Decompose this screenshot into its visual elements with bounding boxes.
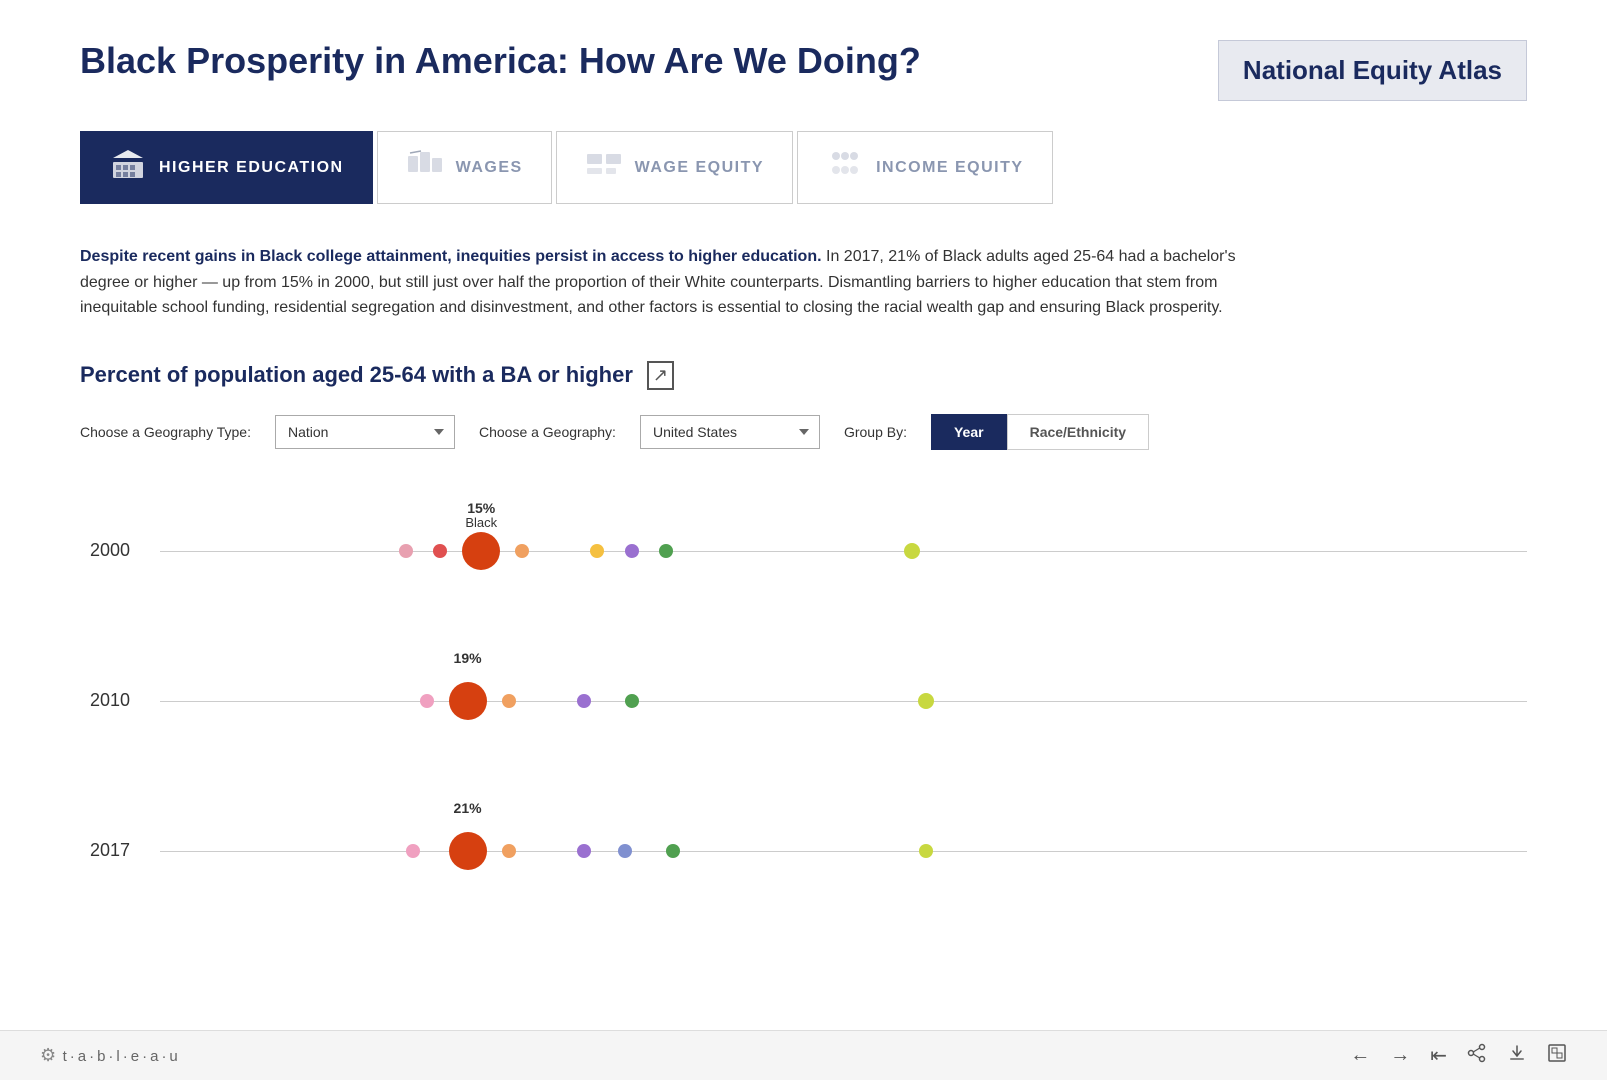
year-label-2010: 2010 <box>90 690 130 711</box>
tab-income-equity[interactable]: INCOME EQUITY <box>797 131 1053 204</box>
dot-label-pct-2017: 21% <box>454 800 482 816</box>
geo-type-select[interactable]: Nation State Metro County City <box>275 415 455 449</box>
dot-2010-5 <box>625 694 639 708</box>
tab-wages[interactable]: WAGES <box>377 131 552 204</box>
tab-higher-education-label: HIGHER EDUCATION <box>159 159 344 177</box>
chart-row-2000: 2000 15% Black <box>160 486 1527 616</box>
dot-2017-1 <box>406 844 420 858</box>
wages-icon <box>406 148 444 187</box>
dot-2000-1 <box>399 544 413 558</box>
dot-sublabel-race-2000: Black <box>465 515 497 530</box>
dot-2010-1 <box>420 694 434 708</box>
atlas-badge-text: National Equity Atlas <box>1243 55 1502 86</box>
dot-label-pct-2000: 15% <box>467 500 495 516</box>
description: Despite recent gains in Black college at… <box>80 244 1280 321</box>
dot-2017-7 <box>919 844 933 858</box>
dot-2010-3 <box>502 694 516 708</box>
wage-equity-icon <box>585 148 623 187</box>
geo-label: Choose a Geography: <box>479 424 616 440</box>
dot-2000-black <box>462 532 500 570</box>
fullscreen-icon[interactable] <box>1547 1043 1567 1069</box>
dot-2017-black <box>449 832 487 870</box>
footer-icons: ← → ⇤ <box>1350 1043 1567 1069</box>
chart-line-2000 <box>160 551 1527 552</box>
download-icon[interactable] <box>1507 1043 1527 1069</box>
dot-2000-6 <box>625 544 639 558</box>
external-link-icon[interactable]: ↗ <box>647 361 674 390</box>
dot-2000-2 <box>433 544 447 558</box>
group-by-year-button[interactable]: Year <box>931 414 1007 450</box>
page-wrapper: Black Prosperity in America: How Are We … <box>0 0 1607 1080</box>
dot-2000-4 <box>515 544 529 558</box>
chart-line-2017 <box>160 851 1527 852</box>
tableau-logo: ⚙ t·a·b·l·e·a·u <box>40 1045 181 1066</box>
higher-education-icon <box>109 148 147 187</box>
back-icon[interactable]: ← <box>1350 1044 1370 1067</box>
header-row: Black Prosperity in America: How Are We … <box>80 40 1527 101</box>
chart-title: Percent of population aged 25-64 with a … <box>80 362 633 388</box>
dot-2010-black <box>449 682 487 720</box>
group-by-label: Group By: <box>844 424 907 440</box>
tabs-row: HIGHER EDUCATION WAGES <box>80 131 1527 204</box>
geo-type-label: Choose a Geography Type: <box>80 424 251 440</box>
page-title: Black Prosperity in America: How Are We … <box>80 40 921 82</box>
year-label-2017: 2017 <box>90 840 130 861</box>
tab-wages-label: WAGES <box>456 159 523 177</box>
group-by-race-button[interactable]: Race/Ethnicity <box>1007 414 1149 450</box>
tab-income-equity-label: INCOME EQUITY <box>876 159 1024 177</box>
dot-2000-7 <box>659 544 673 558</box>
chart-row-2017: 2017 21% <box>160 786 1527 916</box>
forward-icon[interactable]: → <box>1390 1044 1410 1067</box>
dot-2010-6 <box>918 693 934 709</box>
dot-2000-8 <box>904 543 920 559</box>
dot-2010-4 <box>577 694 591 708</box>
atlas-badge: National Equity Atlas <box>1218 40 1527 101</box>
dot-2000-5 <box>590 544 604 558</box>
income-equity-icon <box>826 148 864 187</box>
dot-2017-5 <box>618 844 632 858</box>
dot-label-pct-2010: 19% <box>454 650 482 666</box>
group-by-buttons: Year Race/Ethnicity <box>931 414 1149 450</box>
home-icon[interactable]: ⇤ <box>1430 1043 1447 1068</box>
dot-2017-3 <box>502 844 516 858</box>
geo-select[interactable]: United States <box>640 415 820 449</box>
chart-line-2010 <box>160 701 1527 702</box>
share-icon[interactable] <box>1467 1043 1487 1069</box>
controls-row: Choose a Geography Type: Nation State Me… <box>80 414 1527 450</box>
tab-higher-education[interactable]: HIGHER EDUCATION <box>80 131 373 204</box>
chart-row-2010: 2010 19% <box>160 636 1527 766</box>
year-label-2000: 2000 <box>90 540 130 561</box>
tab-wage-equity-label: WAGE EQUITY <box>635 159 764 177</box>
footer: ⚙ t·a·b·l·e·a·u ← → ⇤ <box>0 1030 1607 1080</box>
dot-2017-6 <box>666 844 680 858</box>
dot-2017-4 <box>577 844 591 858</box>
description-bold: Despite recent gains in Black college at… <box>80 248 822 265</box>
tab-wage-equity[interactable]: WAGE EQUITY <box>556 131 793 204</box>
chart-title-row: Percent of population aged 25-64 with a … <box>80 361 1527 390</box>
chart-area: 2000 15% Black 2010 19% <box>80 486 1527 916</box>
